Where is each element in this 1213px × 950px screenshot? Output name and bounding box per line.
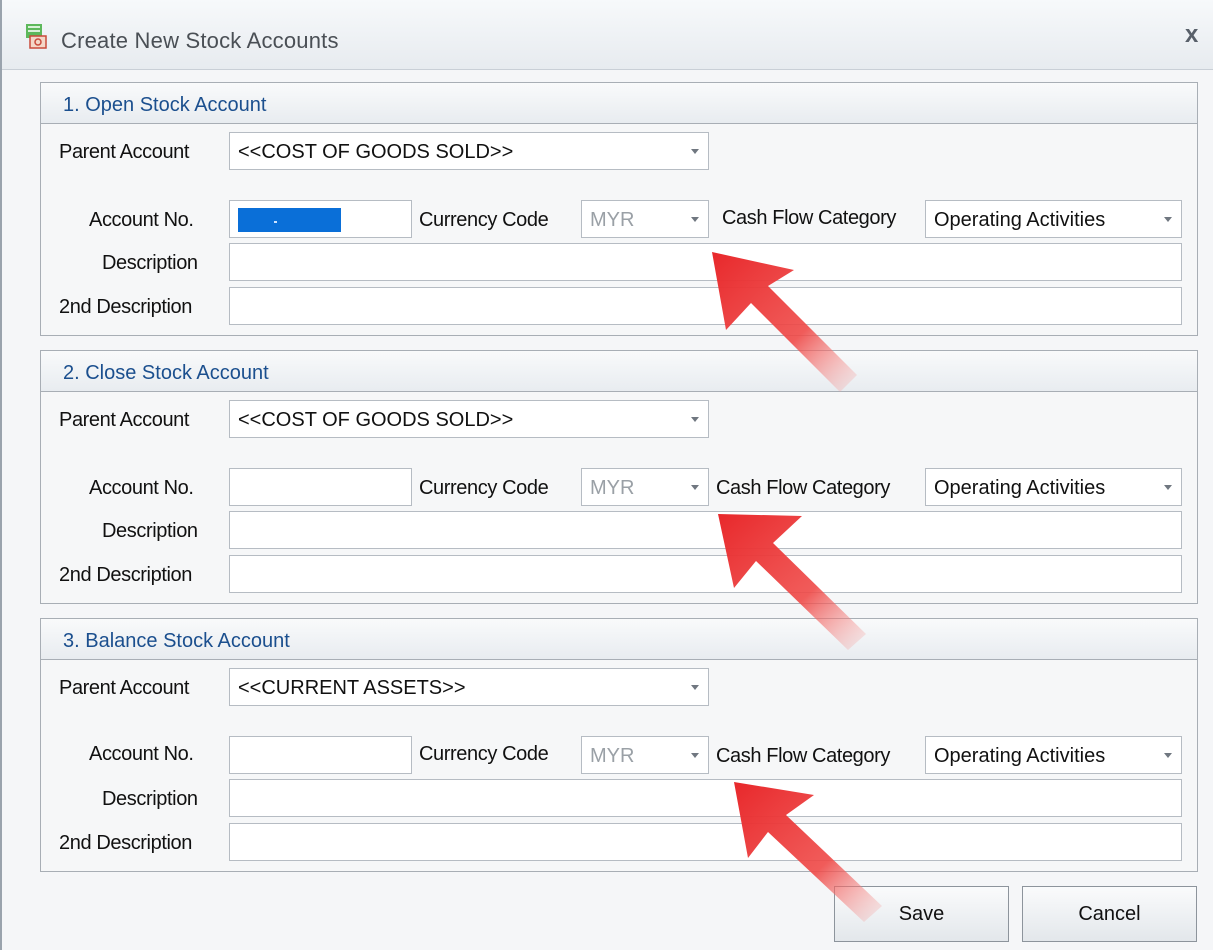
cash-flow-category-label: Cash Flow Category [716, 477, 890, 499]
account-no-input[interactable] [229, 200, 412, 238]
chevron-down-icon [1164, 753, 1172, 758]
parent-account-value: <<CURRENT ASSETS>> [238, 677, 466, 699]
account-no-label: Account No. [89, 209, 194, 231]
chevron-down-icon [691, 417, 699, 422]
parent-account-dropdown[interactable]: <<COST OF GOODS SOLD>> [229, 400, 709, 438]
cash-flow-category-value: Operating Activities [934, 745, 1106, 767]
cash-flow-category-dropdown[interactable]: Operating Activities [925, 468, 1182, 506]
balance-stock-account-group: 3. Balance Stock Account Parent Account … [40, 618, 1198, 872]
second-description-input[interactable] [229, 823, 1182, 861]
second-description-label: 2nd Description [59, 296, 192, 318]
description-label: Description [102, 520, 198, 542]
description-input[interactable] [229, 511, 1182, 549]
open-stock-account-group: 1. Open Stock Account Parent Account <<C… [40, 82, 1198, 336]
parent-account-label: Parent Account [59, 677, 190, 699]
currency-code-label: Currency Code [419, 743, 549, 765]
description-input[interactable] [229, 243, 1182, 281]
chevron-down-icon [1164, 217, 1172, 222]
currency-code-label: Currency Code [419, 477, 549, 499]
parent-account-label: Parent Account [59, 141, 190, 163]
group-title: 3. Balance Stock Account [63, 630, 290, 652]
text-selection [238, 208, 341, 232]
cash-flow-category-value: Operating Activities [934, 477, 1106, 499]
parent-account-value: <<COST OF GOODS SOLD>> [238, 141, 514, 163]
chevron-down-icon [691, 217, 699, 222]
dialog-window: Create New Stock Accounts x 1. Open Stoc… [0, 0, 1213, 950]
cancel-button[interactable]: Cancel [1022, 886, 1197, 942]
chevron-down-icon [691, 753, 699, 758]
description-label: Description [102, 252, 198, 274]
parent-account-dropdown[interactable]: <<COST OF GOODS SOLD>> [229, 132, 709, 170]
cash-flow-category-label: Cash Flow Category [716, 745, 890, 767]
parent-account-label: Parent Account [59, 409, 190, 431]
chevron-down-icon [1164, 485, 1172, 490]
group-title: 1. Open Stock Account [63, 94, 267, 116]
chevron-down-icon [691, 149, 699, 154]
currency-code-value: MYR [590, 745, 635, 767]
parent-account-dropdown[interactable]: <<CURRENT ASSETS>> [229, 668, 709, 706]
group-header: 3. Balance Stock Account [41, 619, 1197, 660]
second-description-label: 2nd Description [59, 832, 192, 854]
cash-flow-category-label: Cash Flow Category [722, 207, 896, 229]
currency-code-dropdown[interactable]: MYR [581, 736, 709, 774]
second-description-input[interactable] [229, 555, 1182, 593]
title-bar[interactable]: Create New Stock Accounts x [2, 0, 1213, 70]
save-button[interactable]: Save [834, 886, 1009, 942]
cash-flow-category-dropdown[interactable]: Operating Activities [925, 736, 1182, 774]
currency-code-label: Currency Code [419, 209, 549, 231]
description-label: Description [102, 788, 198, 810]
account-no-input[interactable] [229, 736, 412, 774]
cash-flow-category-value: Operating Activities [934, 209, 1106, 231]
chevron-down-icon [691, 485, 699, 490]
account-no-label: Account No. [89, 477, 194, 499]
description-input[interactable] [229, 779, 1182, 817]
currency-code-dropdown[interactable]: MYR [581, 468, 709, 506]
close-stock-account-group: 2. Close Stock Account Parent Account <<… [40, 350, 1198, 604]
second-description-label: 2nd Description [59, 564, 192, 586]
currency-code-value: MYR [590, 209, 635, 231]
window-title: Create New Stock Accounts [61, 28, 339, 53]
text-cursor [274, 221, 277, 223]
group-title: 2. Close Stock Account [63, 362, 269, 384]
chevron-down-icon [691, 685, 699, 690]
stock-accounts-icon [26, 24, 47, 49]
cash-flow-category-dropdown[interactable]: Operating Activities [925, 200, 1182, 238]
group-header: 1. Open Stock Account [41, 83, 1197, 124]
group-header: 2. Close Stock Account [41, 351, 1197, 392]
currency-code-dropdown[interactable]: MYR [581, 200, 709, 238]
currency-code-value: MYR [590, 477, 635, 499]
second-description-input[interactable] [229, 287, 1182, 325]
account-no-input[interactable] [229, 468, 412, 506]
close-icon[interactable]: x [1185, 23, 1207, 47]
parent-account-value: <<COST OF GOODS SOLD>> [238, 409, 514, 431]
account-no-label: Account No. [89, 743, 194, 765]
